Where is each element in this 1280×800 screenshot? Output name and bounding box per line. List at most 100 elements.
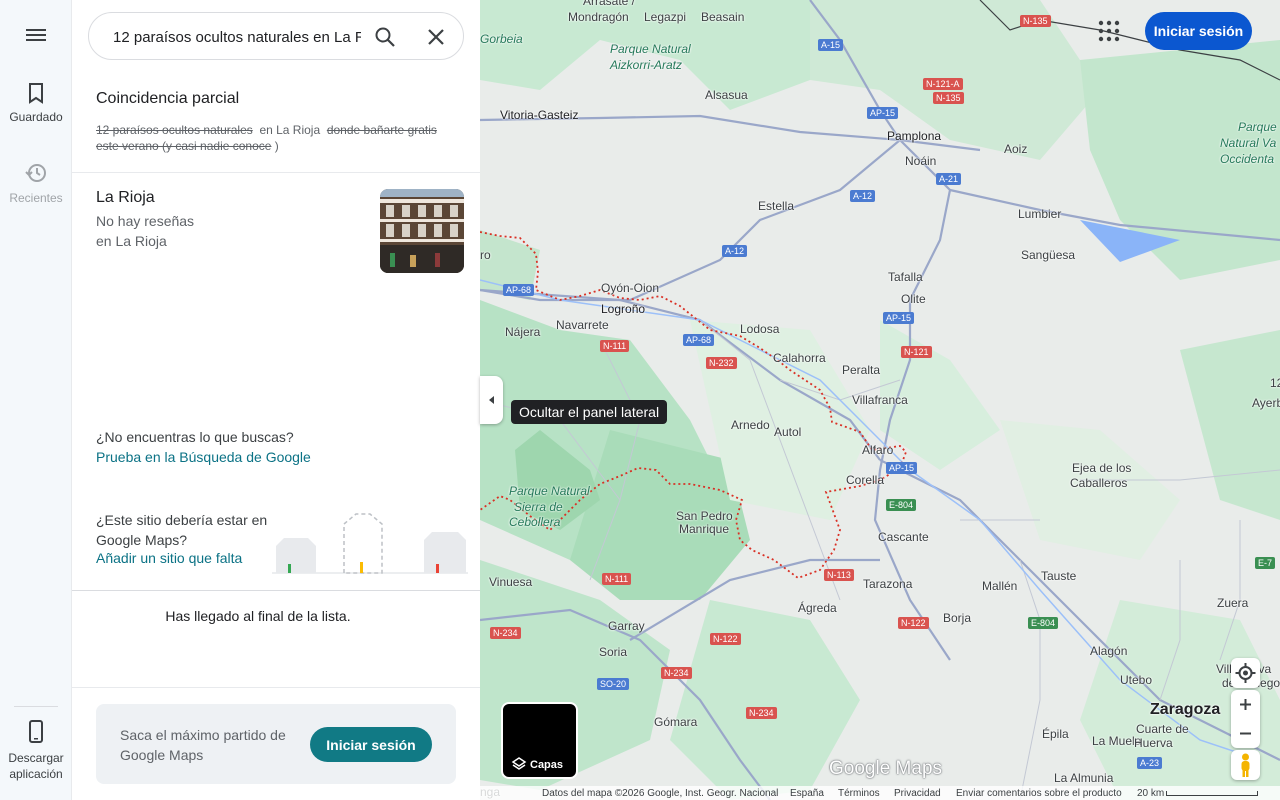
map-place-label[interactable]: Caballeros [1070,476,1127,490]
map-place-label[interactable]: Ayerbe [1252,396,1280,410]
promo-signin-button[interactable]: Iniciar sesión [310,727,432,762]
feedback-link[interactable]: Enviar comentarios sobre el producto [956,788,1122,799]
close-icon[interactable] [424,25,448,49]
map-place-label[interactable]: Oyón-Oion [601,281,659,295]
map-place-label[interactable]: Gómara [654,715,697,729]
google-search-link[interactable]: Prueba en la Búsqueda de Google [96,449,311,465]
map-place-label[interactable]: Tarazona [863,577,912,591]
not-found-question: ¿No encuentras lo que buscas? [96,429,294,445]
map-place-label[interactable]: Occidenta [1220,152,1274,166]
map-place-label[interactable]: Huerva [1134,736,1173,750]
map-place-label[interactable]: Gorbeia [480,32,523,46]
add-missing-place-link[interactable]: Añadir un sitio que falta [96,550,242,566]
matched-text: en La Rioja [259,123,321,137]
map-place-label[interactable]: Utebo [1120,673,1152,687]
recents-button[interactable]: Recientes [0,162,72,206]
map-place-label[interactable]: ro [480,248,491,262]
apps-grid-icon[interactable] [1097,19,1121,43]
map-place-label[interactable]: Ejea de los [1072,461,1131,475]
map-place-label[interactable]: Vitoria-Gasteiz [500,108,578,122]
road-shield: N-111 [600,340,630,352]
map-place-label[interactable]: Sierra de [514,500,563,514]
map-place-label[interactable]: Calahorra [773,351,826,365]
side-panel: Coincidencia parcial 12 paraísos ocultos… [72,0,480,800]
map-place-label[interactable]: Tauste [1041,569,1076,583]
road-shield: AP-15 [883,312,915,324]
map-place-label[interactable]: Legazpi [644,10,686,24]
road-shield: N-234 [661,667,692,679]
map-place-label[interactable]: Corella [846,473,884,487]
map-place-label[interactable]: Alsasua [705,88,748,102]
map-place-label[interactable]: Alagón [1090,644,1127,658]
map-place-label[interactable]: Parque [1238,120,1277,134]
map-place-label[interactable]: Zuera [1217,596,1248,610]
layers-button[interactable]: Capas [501,702,578,779]
map-place-label[interactable]: Lodosa [740,322,779,336]
bookmark-icon [29,83,43,104]
map-place-label[interactable]: Nájera [505,325,540,339]
divider [72,590,480,591]
map-place-label[interactable]: Peralta [842,363,880,377]
map-place-label[interactable]: Autol [774,425,801,439]
zoom-in-icon[interactable] [1231,690,1260,719]
map-place-label[interactable]: Cebollera [509,515,560,529]
menu-button[interactable] [0,26,72,50]
map-place-label[interactable]: Ágreda [798,601,837,615]
map-place-label[interactable]: Manrique [679,522,729,536]
map-place-label[interactable]: Alfaro [862,443,893,457]
map-place-label[interactable]: Villafranca [852,393,908,407]
map-place-label[interactable]: Logroño [601,302,645,316]
road-shield: N-232 [706,357,737,369]
map-place-label[interactable]: 12 [1270,376,1280,390]
map-place-label[interactable]: Mallén [982,579,1017,593]
map-data-credit: Datos del mapa ©2026 Google, Inst. Geogr… [542,788,779,799]
map-place-label[interactable]: Arrasate / [583,0,635,8]
road-shield: N-121 [901,346,932,358]
street-view-pegman[interactable] [1231,750,1260,780]
map-place-label[interactable]: Soria [599,645,627,659]
result-thumbnail[interactable] [380,189,464,273]
map-place-label[interactable]: Pamplona [887,129,941,143]
map-place-label[interactable]: Noáin [905,154,936,168]
saved-button[interactable]: Guardado [0,82,72,124]
map-place-label[interactable]: Cascante [878,530,929,544]
map-place-label[interactable]: Parque Natural [509,484,590,498]
header-signin-button[interactable]: Iniciar sesión [1145,12,1252,50]
scale-label[interactable]: 20 km [1137,788,1164,799]
map-place-label[interactable]: Olite [901,292,926,306]
map-place-label[interactable]: Arnedo [731,418,770,432]
missing-place-question: ¿Este sitio debería estar en Google Maps… [96,512,268,548]
map-place-label[interactable]: Tafalla [888,270,923,284]
country-link[interactable]: España [790,788,824,799]
map-place-label[interactable]: Vinuesa [489,575,532,589]
map-place-label[interactable]: Cuarte de [1136,722,1189,736]
layers-icon [511,757,527,770]
my-location-button[interactable] [1231,658,1260,688]
divider [72,687,480,688]
map-place-label[interactable]: La Almunia [1054,771,1113,785]
map-place-label[interactable]: Sangüesa [1021,248,1075,262]
zoom-out-icon[interactable] [1231,719,1260,748]
search-icon[interactable] [373,25,397,49]
collapse-panel-button[interactable] [480,376,503,424]
terms-link[interactable]: Términos [838,788,880,799]
map-place-label[interactable]: Épila [1042,727,1069,741]
map-place-label[interactable]: Borja [943,611,971,625]
map-place-label[interactable]: Zaragoza [1150,701,1220,719]
map-place-label[interactable]: San Pedro [676,509,733,523]
map-place-label[interactable]: Estella [758,199,794,213]
map-place-label[interactable]: Aoiz [1004,142,1027,156]
map-place-label[interactable]: Lumbier [1018,207,1061,221]
map-place-label[interactable]: Aizkorri-Aratz [610,58,682,72]
map-place-label[interactable]: Natural Va [1220,136,1276,150]
download-app-button[interactable]: Descargar aplicación [0,720,72,782]
map-place-label[interactable]: Parque Natural [610,42,691,56]
privacy-link[interactable]: Privacidad [894,788,941,799]
search-input[interactable] [113,25,361,49]
rail-divider [14,706,58,707]
road-shield: A-21 [936,173,962,185]
map-place-label[interactable]: Mondragón [568,10,629,24]
map-place-label[interactable]: Navarrete [556,318,609,332]
map-place-label[interactable]: Garray [608,619,645,633]
map-place-label[interactable]: Beasain [701,10,744,24]
